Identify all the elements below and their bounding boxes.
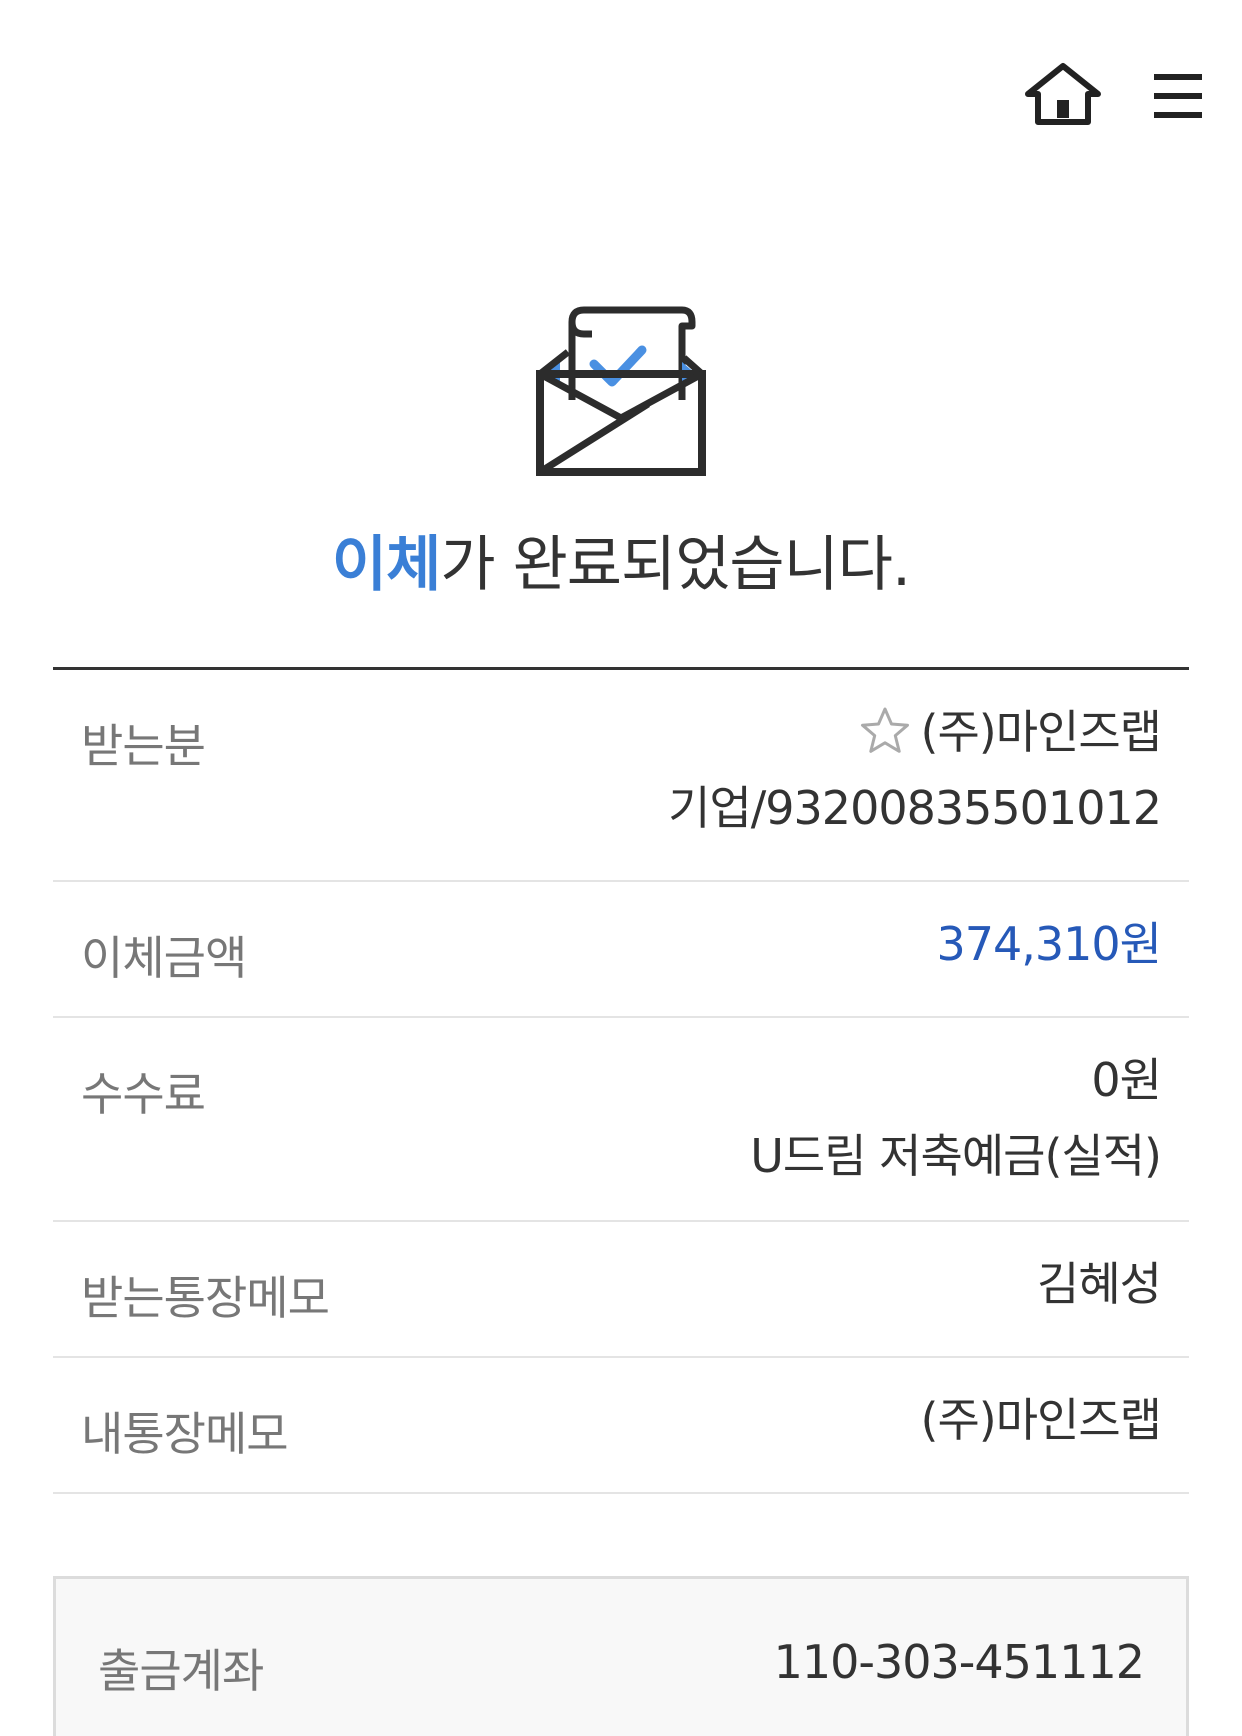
- recipient-memo-label: 받는통장메모: [81, 1271, 330, 1325]
- top-bar: [0, 0, 1242, 190]
- recipient-row: 받는분 (주)마인즈랩 기업/93200835501012: [53, 670, 1189, 882]
- amount-row: 이체금액 374,310원: [53, 882, 1189, 1018]
- my-memo-label: 내통장메모: [81, 1407, 289, 1461]
- amount-label: 이체금액: [81, 931, 247, 985]
- hamburger-menu-icon[interactable]: [1148, 68, 1208, 124]
- my-memo-row: 내통장메모 (주)마인즈랩: [53, 1358, 1189, 1494]
- amount-value: 374,310원: [936, 917, 1162, 971]
- withdrawal-account-box: 출금계좌 110-303-451112: [53, 1576, 1189, 1736]
- withdrawal-account-label: 출금계좌: [98, 1644, 264, 1698]
- completion-message: 이체가 완료되었습니다.: [0, 520, 1242, 610]
- fee-value: 0원: [1091, 1053, 1162, 1107]
- home-icon[interactable]: [1018, 60, 1108, 130]
- recipient-value: (주)마인즈랩 기업/93200835501012: [668, 694, 1162, 846]
- transfer-details: 받는분 (주)마인즈랩 기업/93200835501012 이체금액 374,3…: [53, 667, 1189, 1494]
- fee-row: 수수료 0원 U드림 저축예금(실적): [53, 1018, 1189, 1222]
- recipient-name: (주)마인즈랩: [920, 705, 1162, 759]
- recipient-memo-row: 받는통장메모 김혜성: [53, 1222, 1189, 1358]
- fee-label: 수수료: [81, 1067, 206, 1121]
- envelope-check-icon: [532, 300, 710, 480]
- star-outline-icon[interactable]: [859, 702, 911, 753]
- my-memo-value: (주)마인즈랩: [920, 1393, 1162, 1447]
- recipient-account: 기업/93200835501012: [668, 781, 1162, 835]
- recipient-memo-value: 김혜성: [1037, 1257, 1162, 1311]
- withdrawal-account-value: 110-303-451112: [773, 1635, 1145, 1689]
- completion-message-rest: 가 완료되었습니다.: [440, 530, 911, 600]
- completion-message-accent: 이체: [331, 530, 441, 600]
- fee-note: U드림 저축예금(실적): [750, 1129, 1162, 1183]
- recipient-label: 받는분: [81, 719, 206, 773]
